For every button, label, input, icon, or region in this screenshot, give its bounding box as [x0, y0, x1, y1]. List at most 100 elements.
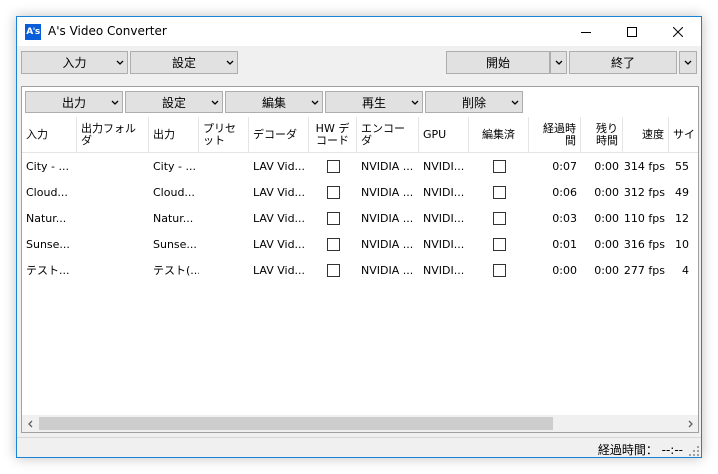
cell-speed: 110 fps [623, 211, 665, 225]
output-dropdown-button[interactable]: 出力 [25, 91, 123, 113]
close-icon [673, 26, 683, 37]
edited-checkbox[interactable] [492, 159, 506, 173]
column-header-decoder[interactable]: デコーダ [249, 117, 309, 152]
cell-encoder: NVIDIA ... [361, 185, 414, 199]
start-button[interactable]: 開始 [446, 51, 550, 74]
cell-output-folder [77, 153, 149, 179]
start-dropdown-arrow[interactable] [550, 51, 567, 74]
settings-dropdown-button[interactable]: 設定 [130, 51, 238, 74]
input-dropdown-button[interactable]: 入力 [21, 51, 128, 74]
end-button[interactable]: 終了 [569, 51, 677, 74]
cell-size: 4 [682, 263, 689, 277]
cell-elapsed: 0:01 [552, 237, 577, 251]
cell-output: Sunse... [153, 237, 197, 251]
chevron-down-icon [311, 100, 319, 105]
cell-elapsed: 0:03 [552, 211, 577, 225]
cell-input: テスト... [26, 264, 70, 277]
column-header-speed[interactable]: 速度 [623, 117, 669, 152]
chevron-down-icon [116, 60, 124, 65]
cell-remaining: 0:00 [594, 159, 619, 173]
scrollbar-thumb[interactable] [39, 417, 553, 430]
cell-output-folder [77, 205, 149, 231]
cell-remaining: 0:00 [594, 185, 619, 199]
cell-output-folder [77, 179, 149, 205]
hw-decode-checkbox[interactable] [326, 185, 340, 199]
cell-output-folder [77, 231, 149, 257]
cell-hw-decode [309, 153, 357, 179]
minimize-button[interactable] [563, 17, 609, 46]
column-header-output-folder[interactable]: 出力フォルダ [77, 117, 149, 152]
end-dropdown-arrow[interactable] [679, 51, 697, 74]
cell-remaining: 0:00 [594, 211, 619, 225]
hw-decode-checkbox[interactable] [326, 159, 340, 173]
horizontal-scrollbar[interactable] [22, 415, 698, 432]
cell-encoder: NVIDIA ... [361, 237, 414, 251]
cell-speed: 312 fps [623, 185, 665, 199]
cell-size: 55 [675, 159, 689, 173]
scroll-right-button[interactable] [681, 415, 698, 432]
edit-label: 編集 [261, 95, 286, 110]
title-bar[interactable]: A's A's Video Converter [17, 17, 701, 46]
cell-output: City - ... [153, 159, 197, 173]
cell-gpu: NVIDI... [423, 237, 465, 251]
cell-remaining: 0:00 [594, 263, 619, 277]
cell-hw-decode [309, 205, 357, 231]
column-header-input[interactable]: 入力 [22, 117, 77, 152]
cell-preset [199, 179, 249, 205]
hw-decode-checkbox[interactable] [326, 263, 340, 277]
chevron-down-icon [684, 60, 692, 65]
cell-edited [469, 179, 529, 205]
edited-checkbox[interactable] [492, 211, 506, 225]
chevron-down-icon [211, 100, 219, 105]
cell-decoder: LAV Vid... [253, 211, 306, 225]
maximize-button[interactable] [609, 17, 655, 46]
column-header-gpu[interactable]: GPU [419, 117, 469, 152]
chevron-down-icon [226, 60, 234, 65]
cell-input: Natur... [26, 211, 67, 225]
cell-hw-decode [309, 257, 357, 283]
resize-grip-icon[interactable] [689, 446, 699, 456]
minimize-icon [581, 31, 591, 33]
column-header-elapsed[interactable]: 経過時間 [529, 117, 581, 152]
play-dropdown-button[interactable]: 再生 [325, 91, 423, 113]
close-button[interactable] [655, 17, 701, 46]
column-header-remaining[interactable]: 残り時間 [581, 117, 623, 152]
cell-decoder: LAV Vid... [253, 263, 306, 277]
hw-decode-checkbox[interactable] [326, 211, 340, 225]
hw-decode-checkbox[interactable] [326, 237, 340, 251]
edited-checkbox[interactable] [492, 263, 506, 277]
table-row[interactable]: テスト... テスト(... LAV Vid... NVIDIA ... NVI… [22, 257, 698, 283]
cell-elapsed: 0:07 [552, 159, 577, 173]
cell-output-folder [77, 257, 149, 283]
list-settings-label: 設定 [161, 95, 186, 110]
delete-label: 削除 [461, 95, 486, 110]
column-header-hw-decode[interactable]: HW デコード [309, 117, 357, 152]
column-header-size[interactable]: サイ [669, 117, 698, 152]
chevron-right-icon [688, 420, 693, 427]
table-row[interactable]: Cloud... Cloud... LAV Vid... NVIDIA ... … [22, 179, 698, 205]
column-header-edited[interactable]: 編集済 [469, 117, 529, 152]
edit-dropdown-button[interactable]: 編集 [225, 91, 323, 113]
delete-dropdown-button[interactable]: 削除 [425, 91, 523, 113]
cell-size: 49 [675, 185, 689, 199]
column-header-preset[interactable]: プリセット [199, 117, 249, 152]
cell-edited [469, 257, 529, 283]
table-row[interactable]: City - ... City - ... LAV Vid... NVIDIA … [22, 153, 698, 179]
cell-hw-decode [309, 231, 357, 257]
cell-gpu: NVIDI... [423, 159, 465, 173]
table-row[interactable]: Sunse... Sunse... LAV Vid... NVIDIA ... … [22, 231, 698, 257]
edited-checkbox[interactable] [492, 237, 506, 251]
cell-preset [199, 231, 249, 257]
list-settings-dropdown-button[interactable]: 設定 [125, 91, 223, 113]
cell-preset [199, 257, 249, 283]
table-row[interactable]: Natur... Natur... LAV Vid... NVIDIA ... … [22, 205, 698, 231]
cell-speed: 316 fps [623, 237, 665, 251]
column-header-encoder[interactable]: エンコーダ [357, 117, 419, 152]
cell-gpu: NVIDI... [423, 211, 465, 225]
cell-speed: 314 fps [623, 159, 665, 173]
cell-edited [469, 153, 529, 179]
cell-encoder: NVIDIA ... [361, 211, 414, 225]
scroll-left-button[interactable] [22, 415, 39, 432]
column-header-output[interactable]: 出力 [149, 117, 199, 152]
edited-checkbox[interactable] [492, 185, 506, 199]
